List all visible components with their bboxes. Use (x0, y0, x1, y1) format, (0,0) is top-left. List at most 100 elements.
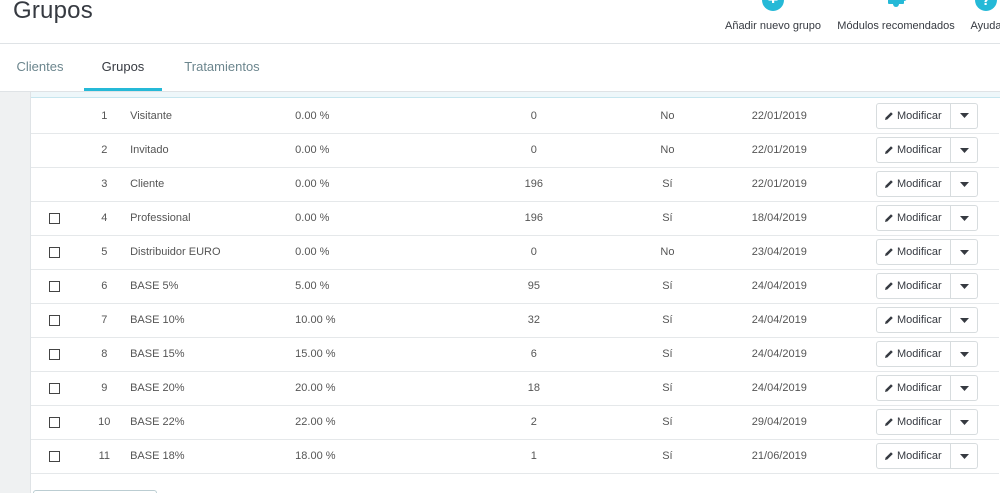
edit-button-group: Modificar (876, 307, 978, 333)
row-checkbox[interactable] (49, 212, 61, 224)
group-id: 8 (101, 348, 108, 360)
group-name: BASE 18% (130, 450, 185, 462)
row-select-cell (31, 235, 79, 269)
row-checkbox[interactable] (49, 382, 61, 394)
group-members: 6 (530, 348, 537, 360)
group-show-prices: No (660, 246, 675, 258)
edit-button[interactable]: Modificar (877, 444, 951, 468)
group-reduction: 0.00 % (295, 109, 330, 122)
row-checkbox[interactable] (49, 246, 61, 258)
actions-dropdown-toggle[interactable] (951, 444, 977, 468)
row-actions: Modificar (876, 269, 999, 303)
row-checkbox[interactable] (49, 314, 61, 326)
row-checkbox[interactable] (49, 280, 61, 292)
actions-dropdown-toggle[interactable] (951, 240, 977, 264)
caret-down-icon (959, 147, 969, 153)
caret-down-icon (959, 283, 969, 289)
edit-button-group: Modificar (876, 375, 978, 401)
group-creation-date: 29/04/2019 (751, 416, 807, 428)
edit-button[interactable]: Modificar (877, 103, 951, 128)
tab-tratamientos[interactable]: Tratamientos (170, 44, 274, 91)
row-select-cell (31, 371, 79, 405)
edit-button-label: Modificar (897, 246, 942, 258)
edit-button-group: Modificar (876, 205, 978, 231)
group-show-prices: Sí (662, 382, 673, 394)
pencil-icon (885, 248, 893, 256)
group-name: BASE 10% (130, 314, 185, 326)
table-row: 5 Distribuidor EURO 0.00 % 0 No 23/04/2019 Mod… (31, 235, 999, 269)
table-row: 3 Cliente 0.00 % 196 Sí 22/01/2019 Modificar (31, 167, 999, 201)
actions-dropdown-toggle[interactable] (951, 274, 977, 298)
actions-dropdown-toggle[interactable] (951, 410, 977, 434)
row-checkbox[interactable] (49, 416, 61, 428)
row-actions: Modificar (876, 303, 999, 337)
edit-button[interactable]: Modificar (877, 138, 951, 162)
edit-button-label: Modificar (897, 212, 942, 224)
group-members: 196 (524, 178, 544, 190)
group-reduction: 20.00 % (295, 382, 336, 394)
caret-down-icon (959, 385, 969, 391)
caret-down-icon (959, 215, 969, 221)
caret-down-icon (959, 351, 969, 357)
help-button[interactable]: ? Ayuda (966, 0, 1000, 44)
caret-down-icon (959, 181, 969, 187)
group-members: 32 (527, 314, 540, 326)
group-reduction: 22.00 % (295, 416, 336, 428)
actions-dropdown-toggle[interactable] (951, 104, 977, 128)
group-creation-date: 22/01/2019 (751, 178, 807, 190)
puzzle-icon (888, 0, 907, 7)
row-select-cell (31, 405, 79, 439)
row-select-cell (31, 201, 79, 235)
tab-clientes[interactable]: Clientes (0, 44, 80, 91)
recommended-modules-button[interactable]: Módulos recomendados (834, 0, 958, 44)
actions-dropdown-toggle[interactable] (951, 308, 977, 332)
tab-grupos[interactable]: Grupos (84, 44, 162, 91)
group-id: 4 (101, 212, 108, 224)
edit-button-group: Modificar (876, 273, 978, 299)
actions-dropdown-toggle[interactable] (951, 342, 977, 366)
groups-panel: 1 Visitante 0.00 % 0 No 22/01/2019 Modificar 2 I… (30, 92, 1000, 493)
edit-button[interactable]: Modificar (877, 172, 951, 196)
row-select-cell (31, 167, 79, 201)
edit-button[interactable]: Modificar (877, 308, 951, 332)
edit-button[interactable]: Modificar (877, 342, 951, 366)
pencil-icon (885, 384, 893, 392)
edit-button-label: Modificar (897, 109, 942, 122)
edit-button[interactable]: Modificar (877, 376, 951, 400)
group-creation-date: 24/04/2019 (751, 280, 807, 292)
edit-button[interactable]: Modificar (877, 240, 951, 264)
edit-button[interactable]: Modificar (877, 206, 951, 230)
edit-button[interactable]: Modificar (877, 274, 951, 298)
row-select-cell (31, 303, 79, 337)
actions-dropdown-toggle[interactable] (951, 138, 977, 162)
group-id: 9 (101, 382, 108, 394)
group-show-prices: Sí (662, 416, 673, 428)
edit-button-label: Modificar (897, 178, 942, 190)
group-id: 1 (101, 109, 108, 122)
edit-button[interactable]: Modificar (877, 410, 951, 434)
row-select-cell (31, 269, 79, 303)
caret-down-icon (959, 249, 969, 255)
edit-button-group: Modificar (876, 137, 978, 163)
group-name: Professional (130, 212, 191, 224)
group-creation-date: 22/01/2019 (751, 109, 807, 122)
row-select-cell (31, 99, 79, 133)
group-show-prices: Sí (662, 178, 673, 190)
group-creation-date: 18/04/2019 (751, 212, 807, 224)
actions-dropdown-toggle[interactable] (951, 206, 977, 230)
pencil-icon (885, 180, 893, 188)
edit-button-group: Modificar (876, 239, 978, 265)
actions-dropdown-toggle[interactable] (951, 376, 977, 400)
table-header-edge (31, 92, 1000, 98)
row-select-cell (31, 133, 79, 167)
row-checkbox[interactable] (49, 450, 61, 462)
actions-dropdown-toggle[interactable] (951, 172, 977, 196)
table-row: 1 Visitante 0.00 % 0 No 22/01/2019 Modificar (31, 99, 999, 133)
edit-button-group: Modificar (876, 102, 978, 129)
add-new-group-button[interactable]: Añadir nuevo grupo (722, 0, 824, 44)
group-id: 6 (101, 280, 108, 292)
caret-down-icon (959, 453, 969, 459)
group-id: 5 (101, 246, 108, 258)
row-checkbox[interactable] (49, 348, 61, 360)
row-actions: Modificar (876, 201, 999, 235)
